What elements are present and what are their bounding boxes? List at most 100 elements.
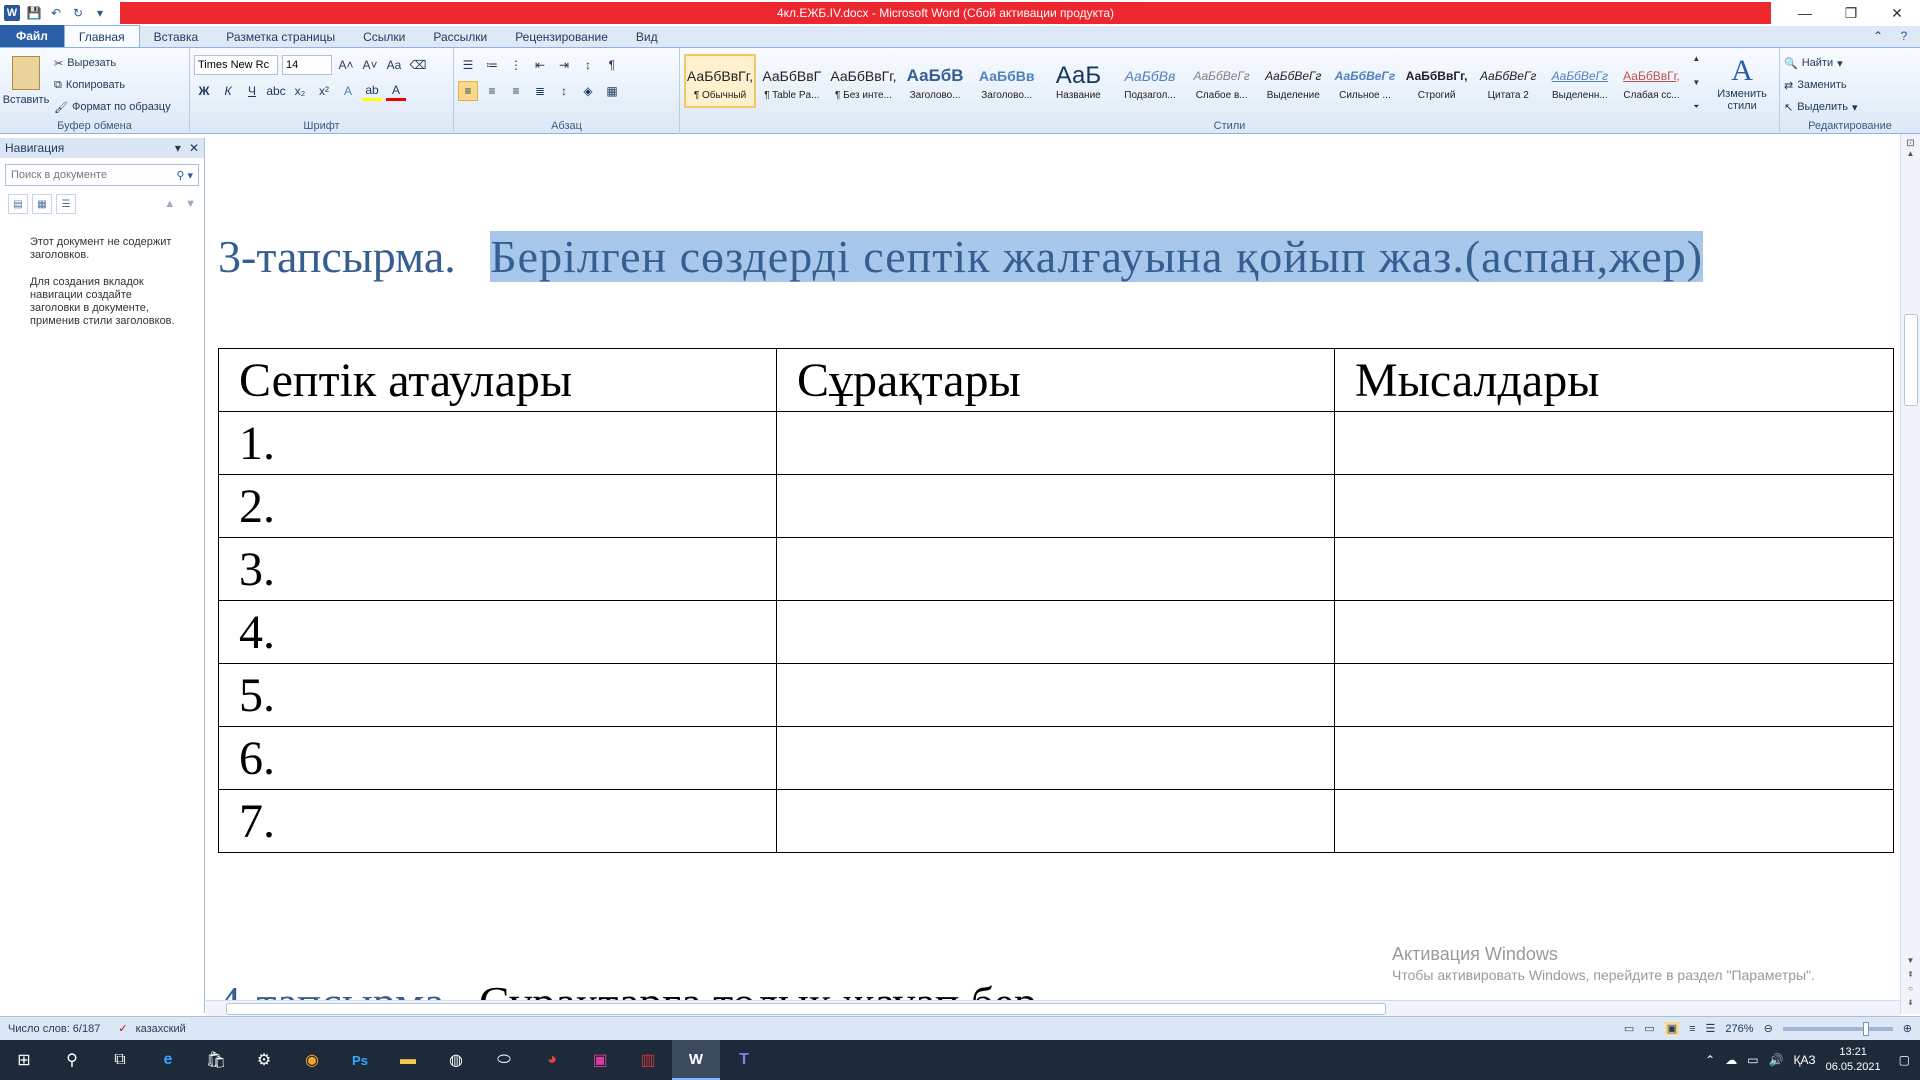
table-cell[interactable] xyxy=(1334,663,1894,727)
strikethrough-icon[interactable]: abc xyxy=(266,81,286,101)
tab-file[interactable]: Файл xyxy=(0,25,64,47)
increase-indent-icon[interactable]: ⇥ xyxy=(554,55,574,75)
table-cell[interactable] xyxy=(1334,789,1894,853)
document-area[interactable]: 3-тапсырма. Берілген сөздерді септік жал… xyxy=(206,134,1900,1014)
help-icon[interactable]: ? xyxy=(1894,26,1914,46)
style-normal[interactable]: АаБбВвГг, ¶ Обычный xyxy=(684,54,756,108)
table-cell[interactable] xyxy=(776,789,1335,853)
tab-references[interactable]: Ссылки xyxy=(349,27,419,47)
print-layout-icon[interactable]: ▭ xyxy=(1624,1022,1634,1035)
table-cell[interactable] xyxy=(776,411,1335,475)
clock[interactable]: 13:21 06.05.2021 xyxy=(1826,1045,1881,1075)
redo-icon[interactable]: ↻ xyxy=(70,5,86,21)
pilcrow-icon[interactable]: ¶ xyxy=(602,55,622,75)
table-cell[interactable]: 7. xyxy=(218,789,777,853)
input-language[interactable]: ҚАЗ xyxy=(1793,1053,1815,1067)
start-icon[interactable]: ⊞ xyxy=(0,1040,48,1080)
next-icon[interactable]: ▼ xyxy=(185,198,196,210)
teams-icon[interactable]: T xyxy=(720,1040,768,1080)
table-cell[interactable] xyxy=(1334,600,1894,664)
discord-icon[interactable]: ▣ xyxy=(576,1040,624,1080)
horizontal-scrollbar[interactable] xyxy=(206,1000,1900,1016)
table-cell[interactable] xyxy=(1334,411,1894,475)
cut-button[interactable]: ✂ Вырезать xyxy=(54,52,171,74)
network-icon[interactable]: ▭ xyxy=(1747,1053,1758,1067)
more-styles-icon[interactable]: ⏷ xyxy=(1693,102,1699,112)
multilevel-list-icon[interactable]: ⋮ xyxy=(506,55,526,75)
word-logo-icon[interactable]: W xyxy=(4,5,20,21)
scroll-up-icon[interactable]: ▲ xyxy=(1692,54,1700,63)
search-icon[interactable]: ⚲ ▾ xyxy=(176,169,193,182)
format-painter-button[interactable]: 🖌 Формат по образцу xyxy=(54,96,171,118)
table-cell[interactable]: 5. xyxy=(218,663,777,727)
numbering-icon[interactable]: ≔ xyxy=(482,55,502,75)
style-subtitle[interactable]: АаБбВв Подзагол... xyxy=(1114,54,1186,108)
obs-icon[interactable]: ◍ xyxy=(432,1040,480,1080)
font-size-combo[interactable]: 14 xyxy=(282,55,332,75)
align-right-icon[interactable]: ≡ xyxy=(506,81,526,101)
grow-font-icon[interactable]: A˄ xyxy=(336,55,356,75)
opera-icon[interactable]: ◉ xyxy=(288,1040,336,1080)
table-cell[interactable] xyxy=(776,726,1335,790)
table-header[interactable]: Мысалдары xyxy=(1334,348,1894,412)
customize-qat-icon[interactable]: ▾ xyxy=(92,5,108,21)
copy-button[interactable]: ⧉ Копировать xyxy=(54,74,171,96)
table-cell[interactable]: 1. xyxy=(218,411,777,475)
tab-review[interactable]: Рецензирование xyxy=(501,27,622,47)
word-taskbar-icon[interactable]: W xyxy=(672,1040,720,1080)
restore-button[interactable]: ❐ xyxy=(1828,0,1874,26)
tab-home[interactable]: Главная xyxy=(63,25,140,47)
results-view-icon[interactable]: ☰ xyxy=(56,194,76,214)
ruler-toggle-icon[interactable]: ⊡ xyxy=(1901,138,1920,149)
replace-button[interactable]: ⇄ Заменить xyxy=(1784,74,1916,96)
chrome-icon[interactable]: ◕ xyxy=(528,1040,576,1080)
full-screen-reading-icon[interactable]: ▭ xyxy=(1644,1022,1654,1035)
spellcheck-icon[interactable]: ✓ xyxy=(118,1022,127,1035)
table-cell[interactable]: 6. xyxy=(218,726,777,790)
change-case-icon[interactable]: Aa xyxy=(384,55,404,75)
task-view-icon[interactable]: ⧉ xyxy=(96,1040,144,1080)
vertical-scroll-thumb[interactable] xyxy=(1904,314,1918,406)
table-cell[interactable]: 2. xyxy=(218,474,777,538)
headings-view-icon[interactable]: ▤ xyxy=(8,194,28,214)
font-name-combo[interactable]: Times New Rc xyxy=(194,55,278,75)
table-cell[interactable] xyxy=(776,474,1335,538)
style-strong[interactable]: АаБбВвГг, Строгий xyxy=(1401,54,1473,108)
italic-button[interactable]: К xyxy=(218,81,238,101)
table-cell[interactable]: 4. xyxy=(218,600,777,664)
onedrive-icon[interactable]: ☁ xyxy=(1725,1053,1737,1067)
show-hidden-icons[interactable]: ⌃ xyxy=(1705,1053,1715,1067)
style-quote-2[interactable]: АаБбВеГг Цитата 2 xyxy=(1472,54,1544,108)
align-left-icon[interactable]: ≡ xyxy=(458,81,478,101)
borders-icon[interactable]: ▦ xyxy=(602,81,622,101)
table-cell[interactable] xyxy=(1334,726,1894,790)
notifications-icon[interactable]: ▢ xyxy=(1899,1053,1910,1067)
justify-icon[interactable]: ≣ xyxy=(530,81,550,101)
bold-button[interactable]: Ж xyxy=(194,81,214,101)
winrar-icon[interactable]: ▥ xyxy=(624,1040,672,1080)
zoom-slider-knob[interactable] xyxy=(1862,1021,1869,1036)
photoshop-icon[interactable]: Ps xyxy=(336,1040,384,1080)
style-intense-quote[interactable]: АаБбВеГг Выделенн... xyxy=(1544,54,1616,108)
draft-icon[interactable]: ☰ xyxy=(1706,1022,1716,1035)
nav-options-icon[interactable]: ▾ xyxy=(175,141,181,155)
edge-icon[interactable]: e xyxy=(144,1040,192,1080)
clear-format-icon[interactable]: ⌫ xyxy=(408,55,428,75)
volume-icon[interactable]: 🔊 xyxy=(1769,1053,1784,1067)
zoom-level[interactable]: 276% xyxy=(1725,1023,1753,1035)
line-spacing-icon[interactable]: ↕ xyxy=(554,81,574,101)
superscript-icon[interactable]: x² xyxy=(314,81,334,101)
tab-page-layout[interactable]: Разметка страницы xyxy=(212,27,349,47)
zoom-out-icon[interactable]: ⊖ xyxy=(1764,1022,1773,1035)
vertical-scrollbar[interactable]: ⊡ ▲ ▼ ⇞ ○ ⇟ xyxy=(1900,134,1920,1014)
text-effects-icon[interactable]: A xyxy=(338,81,358,101)
outline-icon[interactable]: ≡ xyxy=(1689,1023,1695,1035)
table-cell[interactable] xyxy=(1334,537,1894,601)
style-intense-emphasis[interactable]: АаБбВеГг Сильное ... xyxy=(1329,54,1401,108)
table-cell[interactable] xyxy=(776,600,1335,664)
nav-search-input[interactable]: Поиск в документе ⚲ ▾ xyxy=(5,164,199,186)
style-emphasis[interactable]: АаБбВеГг Выделение xyxy=(1257,54,1329,108)
zoom-in-icon[interactable]: ⊕ xyxy=(1903,1022,1912,1035)
sort-icon[interactable]: ↕ xyxy=(578,55,598,75)
style-no-spacing[interactable]: АаБбВвГг, ¶ Без инте... xyxy=(828,54,900,108)
